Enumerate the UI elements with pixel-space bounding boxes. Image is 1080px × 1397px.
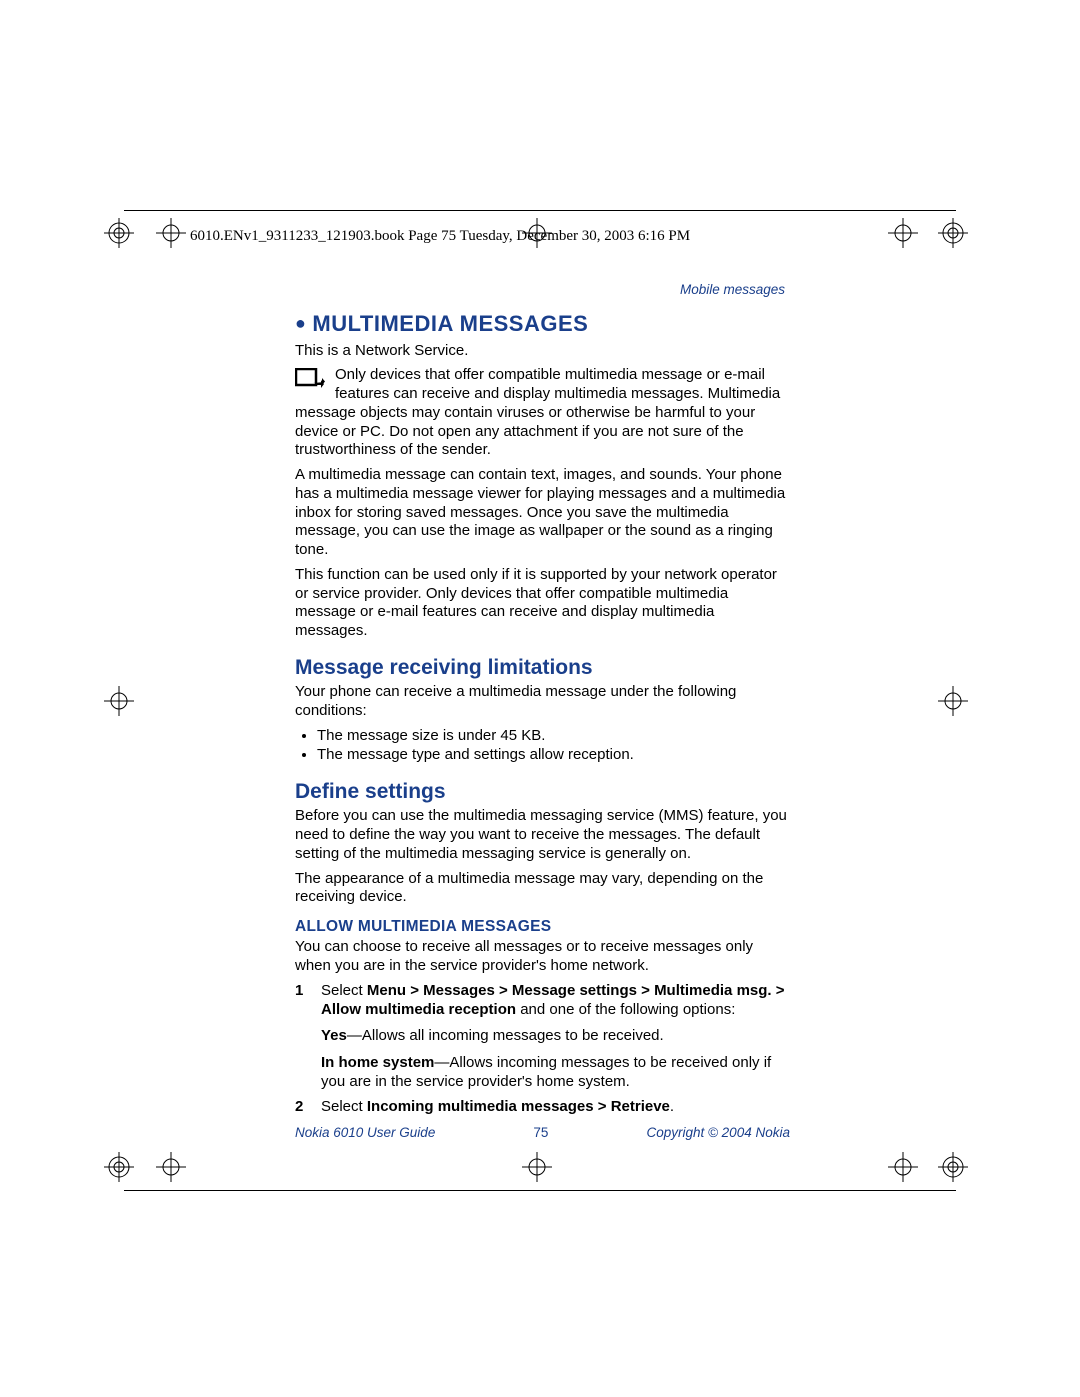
step-text: and one of the following options:: [516, 1001, 735, 1018]
crosshair-icon: [156, 218, 186, 248]
option-desc: —Allows all incoming messages to be rece…: [347, 1027, 664, 1044]
crop-line-bottom: [124, 1190, 956, 1191]
list-item: The message size is under 45 KB.: [317, 727, 790, 746]
step-option: In home system—Allows incoming messages …: [321, 1054, 790, 1092]
paragraph: This function can be used only if it is …: [295, 566, 790, 641]
content-column: ● MULTIMEDIA MESSAGES This is a Network S…: [295, 310, 790, 1120]
running-head: Mobile messages: [680, 282, 785, 297]
step-bold: Incoming multimedia messages > Retrieve: [367, 1098, 670, 1115]
step-item: 1 Select Menu > Messages > Message setti…: [295, 982, 790, 1092]
intro-paragraph: This is a Network Service.: [295, 342, 790, 361]
step-body: Select Incoming multimedia messages > Re…: [321, 1098, 790, 1117]
heading-1: ● MULTIMEDIA MESSAGES: [295, 310, 790, 338]
step-number: 2: [295, 1098, 321, 1117]
crosshair-icon: [104, 218, 134, 248]
paragraph: You can choose to receive all messages o…: [295, 938, 790, 976]
heading-2: Define settings: [295, 779, 790, 805]
page-number: 75: [533, 1125, 548, 1140]
note-icon: [295, 368, 325, 392]
print-header: 6010.ENv1_9311233_121903.book Page 75 Tu…: [190, 228, 690, 245]
crosshair-icon: [938, 1152, 968, 1182]
bullet-icon: ●: [295, 313, 306, 333]
step-text: Select: [321, 982, 367, 999]
crosshair-icon: [888, 1152, 918, 1182]
option-label: Yes: [321, 1027, 347, 1044]
step-item: 2 Select Incoming multimedia messages > …: [295, 1098, 790, 1117]
footer-left: Nokia 6010 User Guide: [295, 1125, 435, 1140]
crosshair-icon: [888, 218, 918, 248]
crosshair-icon: [156, 1152, 186, 1182]
bullet-list: The message size is under 45 KB. The mes…: [295, 727, 790, 766]
step-body: Select Menu > Messages > Message setting…: [321, 982, 790, 1092]
step-text: Select: [321, 1098, 367, 1115]
heading-1-text: MULTIMEDIA MESSAGES: [312, 311, 588, 336]
paragraph: The appearance of a multimedia message m…: [295, 870, 790, 908]
crosshair-icon: [104, 1152, 134, 1182]
paragraph: A multimedia message can contain text, i…: [295, 466, 790, 560]
crosshair-icon: [104, 686, 134, 716]
step-text: .: [670, 1098, 674, 1115]
crop-line-top: [124, 210, 956, 211]
heading-3: ALLOW MULTIMEDIA MESSAGES: [295, 917, 790, 936]
list-item: The message type and settings allow rece…: [317, 746, 790, 765]
numbered-steps: 1 Select Menu > Messages > Message setti…: [295, 982, 790, 1117]
note-block: Only devices that offer compatible multi…: [295, 366, 790, 460]
note-text: Only devices that offer compatible multi…: [295, 366, 790, 460]
page-footer: Nokia 6010 User Guide 75 Copyright © 200…: [295, 1125, 790, 1140]
crosshair-icon: [522, 1152, 552, 1182]
paragraph: Your phone can receive a multimedia mess…: [295, 683, 790, 721]
option-label: In home system: [321, 1054, 434, 1071]
document-page: 6010.ENv1_9311233_121903.book Page 75 Tu…: [0, 0, 1080, 1397]
paragraph: Before you can use the multimedia messag…: [295, 807, 790, 863]
crosshair-icon: [938, 218, 968, 248]
step-option: Yes—Allows all incoming messages to be r…: [321, 1027, 790, 1046]
heading-2: Message receiving limitations: [295, 655, 790, 681]
crosshair-icon: [938, 686, 968, 716]
step-number: 1: [295, 982, 321, 1092]
footer-right: Copyright © 2004 Nokia: [646, 1125, 790, 1140]
